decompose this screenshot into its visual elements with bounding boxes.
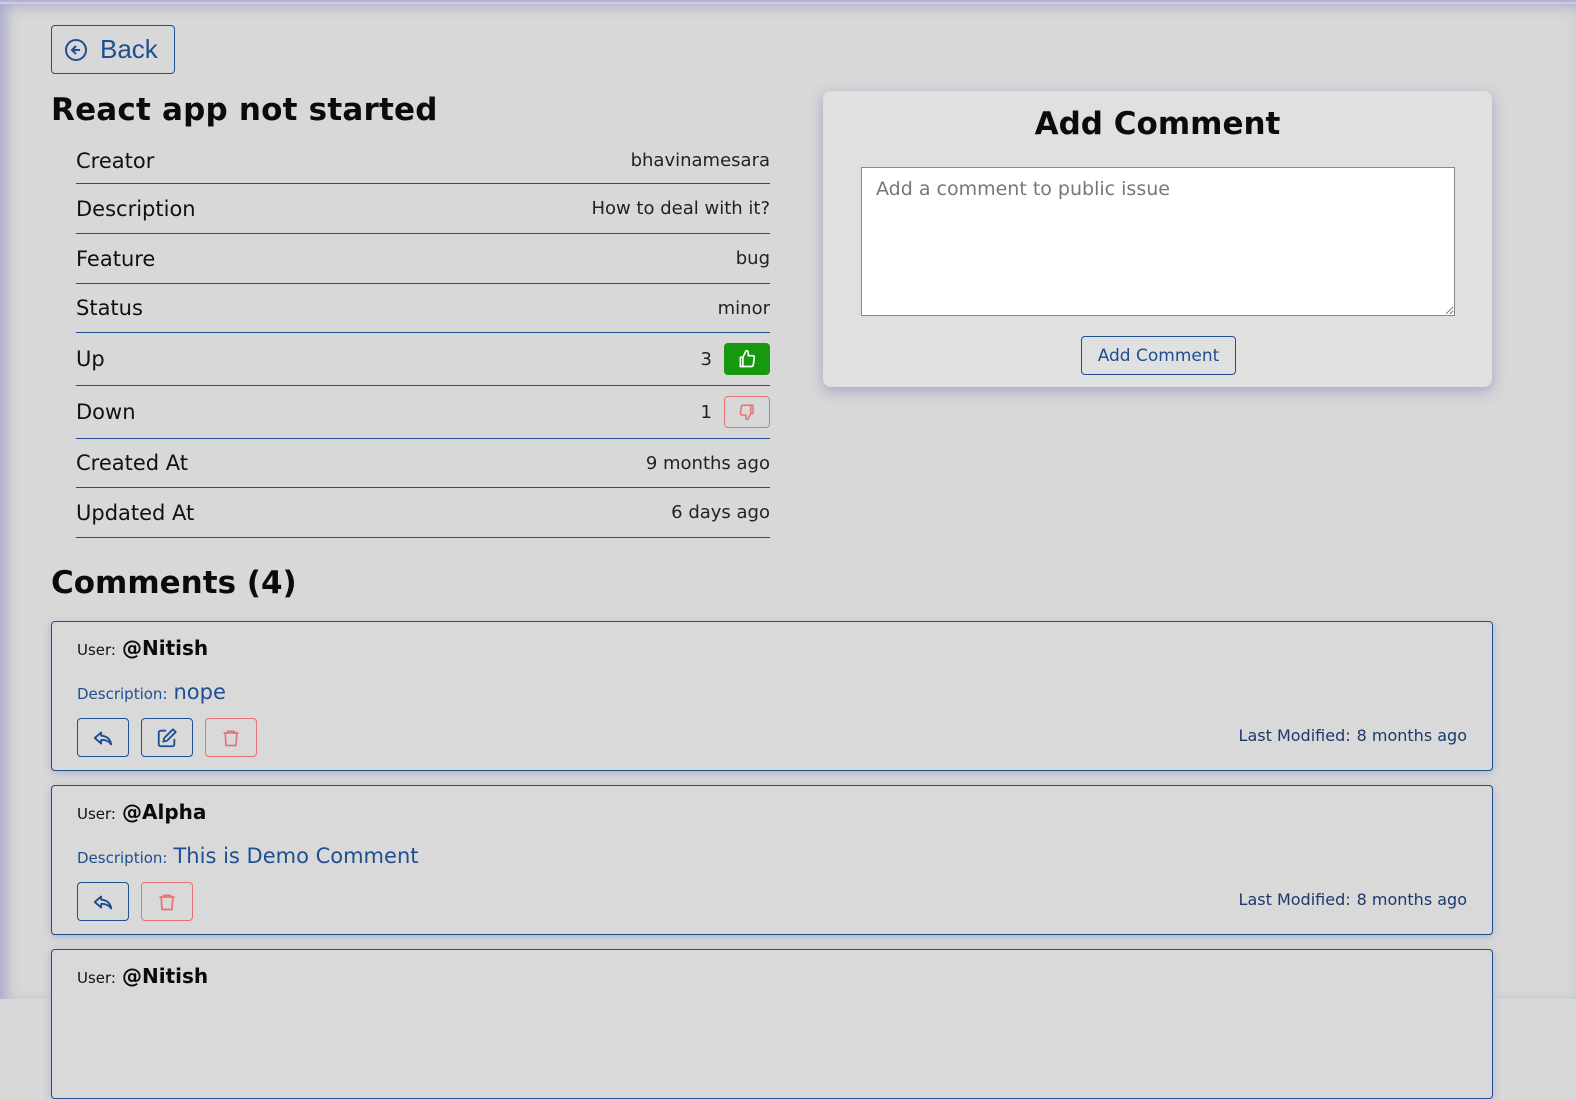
back-label: Back [100,34,158,64]
prop-label: Updated At [76,500,195,525]
prop-label: Status [76,296,143,320]
reply-icon [93,895,113,909]
prop-row-status: Status minor [76,284,770,333]
prop-row-down: Down 1 [76,386,770,439]
downvote-button[interactable] [724,396,770,428]
delete-button[interactable] [205,718,257,757]
prop-value-status: minor [717,297,770,319]
comment-card: User: @Nitish [51,949,1493,1099]
top-shadow [0,0,1576,4]
back-button[interactable]: Back [51,25,175,74]
reply-button[interactable] [77,718,129,757]
prop-value-feature: bug [735,248,770,269]
prop-label: Down [76,400,136,424]
add-comment-title: Add Comment [1034,106,1281,142]
comment-username: @Nitish [121,964,209,988]
edit-button[interactable] [141,718,193,757]
issue-title: React app not started [51,92,438,128]
prop-row-creator: Creator bhavinamesara [76,138,770,184]
comment-last-modified: Last Modified: 8 months ago [1239,726,1467,745]
upvote-count: 3 [700,348,712,370]
user-label: User: [77,641,116,659]
comments-heading: Comments (4) [51,565,297,601]
trash-icon [223,730,239,746]
prop-label: Created At [76,451,189,475]
comment-last-modified: Last Modified: 8 months ago [1239,890,1467,909]
trash-icon [159,894,175,910]
add-comment-card: Add Comment Add Comment [823,91,1492,387]
user-label: User: [77,969,116,987]
description-label: Description: [77,849,168,867]
comment-textarea[interactable] [861,167,1455,316]
prop-row-created-at: Created At 9 months ago [76,439,770,488]
comment-card: User: @Alpha Description: This is Demo C… [51,785,1493,935]
comment-description: Description: This is Demo Comment [77,844,418,868]
prop-label: Creator [76,148,155,173]
prop-value-created-at: 9 months ago [645,452,770,474]
prop-row-updated-at: Updated At 6 days ago [76,488,770,538]
last-modified-label: Last Modified: [1238,726,1351,745]
add-comment-button[interactable]: Add Comment [1081,336,1236,375]
reply-button[interactable] [77,882,129,921]
reply-icon [93,731,113,745]
comment-text: nope [173,680,226,704]
prop-row-description: Description How to deal with it? [76,184,770,234]
upvote-button[interactable] [724,343,770,375]
comment-user: User: @Nitish [77,636,208,660]
prop-value-down: 1 [701,396,770,428]
edit-icon [157,727,177,747]
comment-username: @Alpha [121,800,207,824]
prop-value-description: How to deal with it? [591,198,770,219]
delete-button[interactable] [141,882,193,921]
comment-card: User: @Nitish Description: nope Last Mod [51,621,1493,771]
comment-actions [77,718,269,757]
comment-user: User: @Nitish [77,964,208,988]
last-modified-value: 8 months ago [1356,726,1467,745]
prop-value-updated-at: 6 days ago [671,502,770,523]
comment-actions [77,882,205,921]
comment-username: @Nitish [121,636,209,660]
prop-value-up: 3 [701,343,770,375]
arrow-left-circle-icon [65,38,87,61]
comment-description: Description: nope [77,680,226,704]
prop-row-feature: Feature bug [76,234,770,284]
user-label: User: [77,805,116,823]
comment-user: User: @Alpha [77,800,206,824]
downvote-count: 1 [700,401,712,423]
issue-properties: Creator bhavinamesara Description How to… [76,138,770,538]
prop-label: Up [76,347,105,371]
prop-label: Description [76,196,196,221]
prop-row-up: Up 3 [76,333,770,386]
last-modified-label: Last Modified: [1238,890,1351,909]
prop-value-creator: bhavinamesara [630,150,770,171]
description-label: Description: [77,685,168,703]
last-modified-value: 8 months ago [1356,890,1467,909]
thumbs-down-icon [739,404,754,421]
prop-label: Feature [76,246,156,271]
comment-text: This is Demo Comment [173,844,419,868]
thumbs-up-icon [739,349,756,368]
